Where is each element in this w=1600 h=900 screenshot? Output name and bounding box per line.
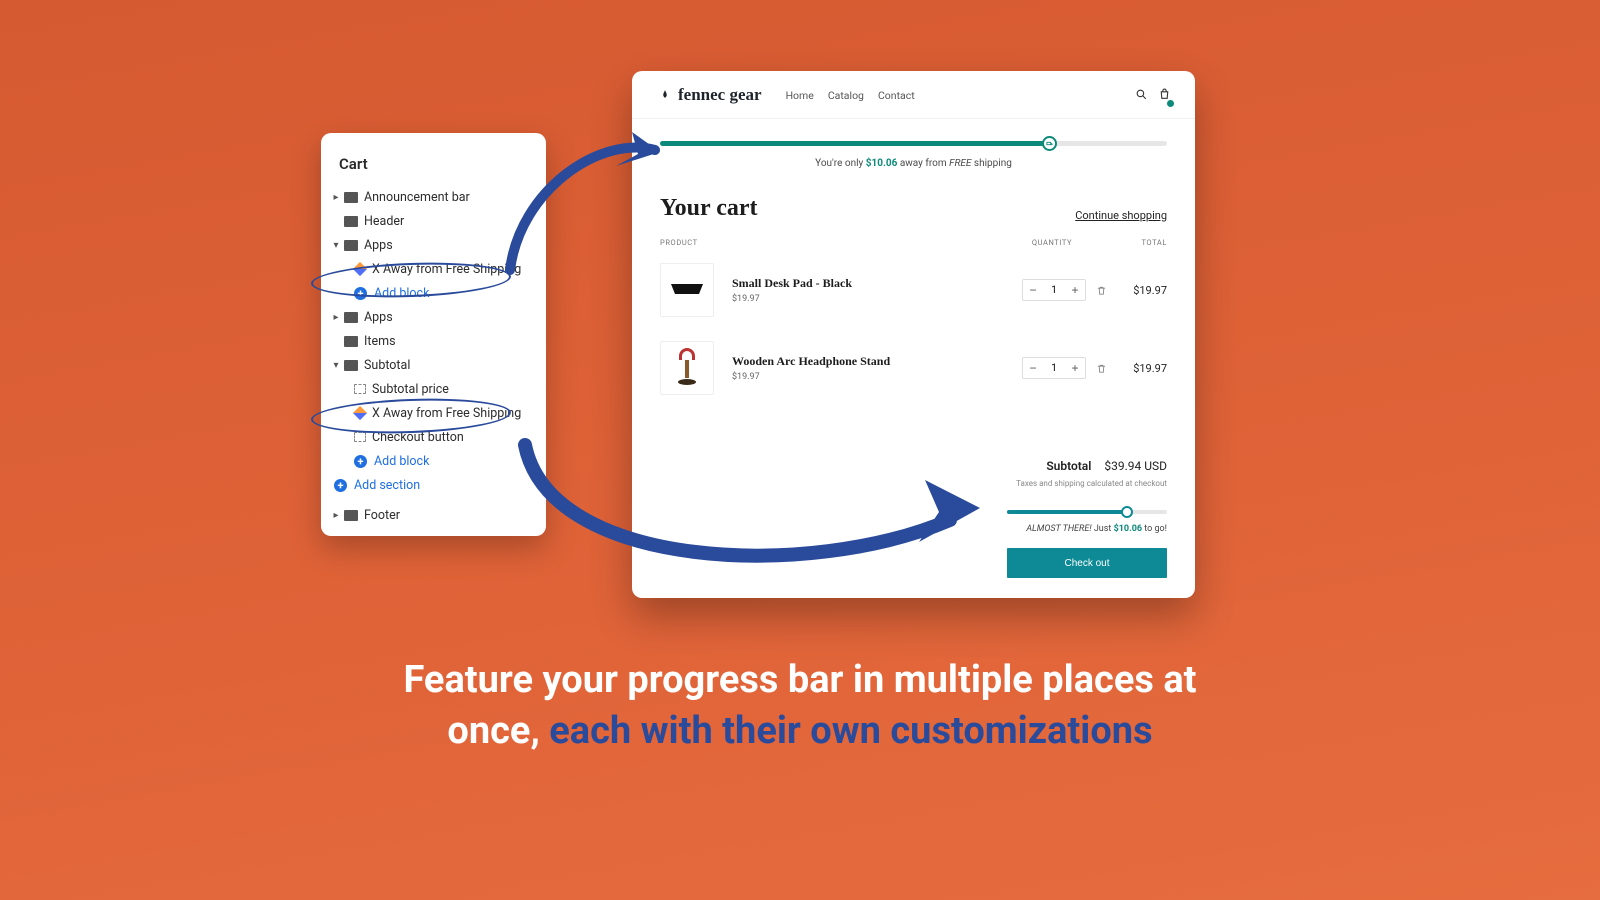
- text: once: [447, 709, 530, 753]
- sidebar-item-subtotal[interactable]: ▾ Subtotal: [321, 353, 546, 377]
- section-icon: [344, 216, 358, 227]
- sidebar-item-subtotal-price[interactable]: Subtotal price: [321, 377, 546, 401]
- section-icon: [344, 510, 358, 521]
- cart-icon[interactable]: [1158, 86, 1171, 105]
- sidebar-item-items[interactable]: Items: [321, 329, 546, 353]
- text-emphasis: each with their own customizations: [549, 709, 1152, 753]
- text: to go!: [1142, 524, 1167, 534]
- chevron-right-icon: ▸: [331, 312, 341, 323]
- sidebar-item-label: Apps: [364, 238, 393, 253]
- section-icon: [344, 360, 358, 371]
- section-icon: [344, 336, 358, 347]
- col-total: TOTAL: [1107, 238, 1167, 247]
- brand-mark-icon: [658, 88, 672, 102]
- sidebar-item-label: Add section: [354, 478, 420, 493]
- qty-decrement-button[interactable]: −: [1023, 280, 1043, 300]
- quantity-stepper[interactable]: − 1 +: [1022, 357, 1086, 379]
- top-progress-area: You're only $10.06 away from FREE shippi…: [632, 119, 1195, 177]
- subtotal-value: $39.94 USD: [1104, 459, 1167, 473]
- progress-fill: [660, 141, 1050, 146]
- col-product: PRODUCT: [660, 238, 997, 247]
- sidebar-item-apps-2[interactable]: ▸ Apps: [321, 305, 546, 329]
- sidebar-item-label: Add block: [374, 454, 429, 469]
- qty-increment-button[interactable]: +: [1065, 358, 1085, 378]
- sidebar-item-label: X Away from Free Shipping: [372, 406, 521, 421]
- qty-decrement-button[interactable]: −: [1023, 358, 1043, 378]
- plus-circle-icon: +: [354, 455, 367, 468]
- product-title[interactable]: Small Desk Pad - Black: [732, 276, 1022, 291]
- text: You're only: [815, 158, 866, 169]
- remove-line-button[interactable]: [1096, 359, 1107, 378]
- brand[interactable]: fennec gear: [658, 85, 762, 105]
- storefront-header: fennec gear Home Catalog Contact: [632, 71, 1195, 119]
- cart-line-item: Small Desk Pad - Black $19.97 − 1 + $19.…: [632, 251, 1195, 329]
- headphone-stand-icon: [674, 348, 700, 388]
- section-icon: [344, 192, 358, 203]
- app-block-icon: [353, 406, 367, 420]
- nav-home[interactable]: Home: [786, 89, 814, 102]
- sidebar-item-label: Header: [364, 214, 404, 229]
- brand-name: fennec gear: [678, 85, 762, 105]
- col-quantity: QUANTITY: [997, 238, 1107, 247]
- product-unit-price: $19.97: [732, 372, 1022, 382]
- checkout-button[interactable]: Check out: [1007, 548, 1167, 578]
- plus-circle-icon: +: [354, 287, 367, 300]
- qty-value: 1: [1043, 285, 1065, 296]
- amount: $10.06: [866, 158, 898, 169]
- product-unit-price: $19.97: [732, 294, 1022, 304]
- chevron-down-icon: ▾: [331, 360, 341, 371]
- progress-thumb: [1042, 136, 1057, 151]
- chevron-right-icon: ▸: [331, 192, 341, 203]
- sidebar-item-label: Items: [364, 334, 396, 349]
- section-icon: [344, 240, 358, 251]
- amount: $10.06: [1114, 524, 1142, 534]
- block-icon: [354, 432, 366, 442]
- line-total: $19.97: [1107, 362, 1167, 375]
- sidebar-item-label: Footer: [364, 508, 400, 523]
- sidebar-item-label: Announcement bar: [364, 190, 470, 205]
- marketing-headline: Feature your progress bar in multiple pl…: [0, 655, 1600, 758]
- progress-thumb: [1121, 506, 1133, 518]
- text: Just: [1092, 524, 1114, 534]
- cart-column-headers: PRODUCT QUANTITY TOTAL: [632, 226, 1195, 251]
- plus-circle-icon: +: [334, 479, 347, 492]
- text: FREE: [949, 158, 971, 169]
- free-shipping-message-top: You're only $10.06 away from FREE shippi…: [660, 158, 1167, 169]
- text: away from: [897, 158, 949, 169]
- qty-value: 1: [1043, 363, 1065, 374]
- header-nav: Home Catalog Contact: [786, 89, 915, 102]
- sidebar-item-label: Subtotal: [364, 358, 410, 373]
- sidebar-item-label: Checkout button: [372, 430, 464, 445]
- sidebar-item-label: Apps: [364, 310, 393, 325]
- section-icon: [344, 312, 358, 323]
- block-icon: [354, 384, 366, 394]
- chevron-down-icon: ▾: [331, 240, 341, 251]
- search-icon[interactable]: [1135, 86, 1148, 105]
- chevron-right-icon: ▸: [331, 510, 341, 521]
- text: ,: [530, 709, 549, 753]
- product-title[interactable]: Wooden Arc Headphone Stand: [732, 354, 1022, 369]
- product-thumbnail[interactable]: [660, 341, 714, 395]
- sidebar-item-free-shipping-2[interactable]: X Away from Free Shipping: [321, 401, 546, 425]
- free-shipping-progress-top: [660, 141, 1167, 146]
- sidebar-item-label: Add block: [374, 286, 429, 301]
- app-block-icon: [353, 262, 367, 276]
- qty-increment-button[interactable]: +: [1065, 280, 1085, 300]
- remove-line-button[interactable]: [1096, 281, 1107, 300]
- text: ALMOST THERE!: [1026, 524, 1091, 534]
- cart-line-item: Wooden Arc Headphone Stand $19.97 − 1 + …: [632, 329, 1195, 407]
- quantity-stepper[interactable]: − 1 +: [1022, 279, 1086, 301]
- subtotal-label: Subtotal: [1046, 459, 1091, 473]
- text: Feature your progress bar in multiple pl…: [403, 658, 1196, 702]
- free-shipping-progress-bottom: [1007, 510, 1167, 514]
- progress-fill: [1007, 510, 1127, 514]
- nav-contact[interactable]: Contact: [878, 89, 915, 102]
- line-total: $19.97: [1107, 284, 1167, 297]
- sidebar-item-label: Subtotal price: [372, 382, 449, 397]
- text: shipping: [971, 158, 1011, 169]
- continue-shopping-link[interactable]: Continue shopping: [1075, 209, 1167, 222]
- nav-catalog[interactable]: Catalog: [828, 89, 864, 102]
